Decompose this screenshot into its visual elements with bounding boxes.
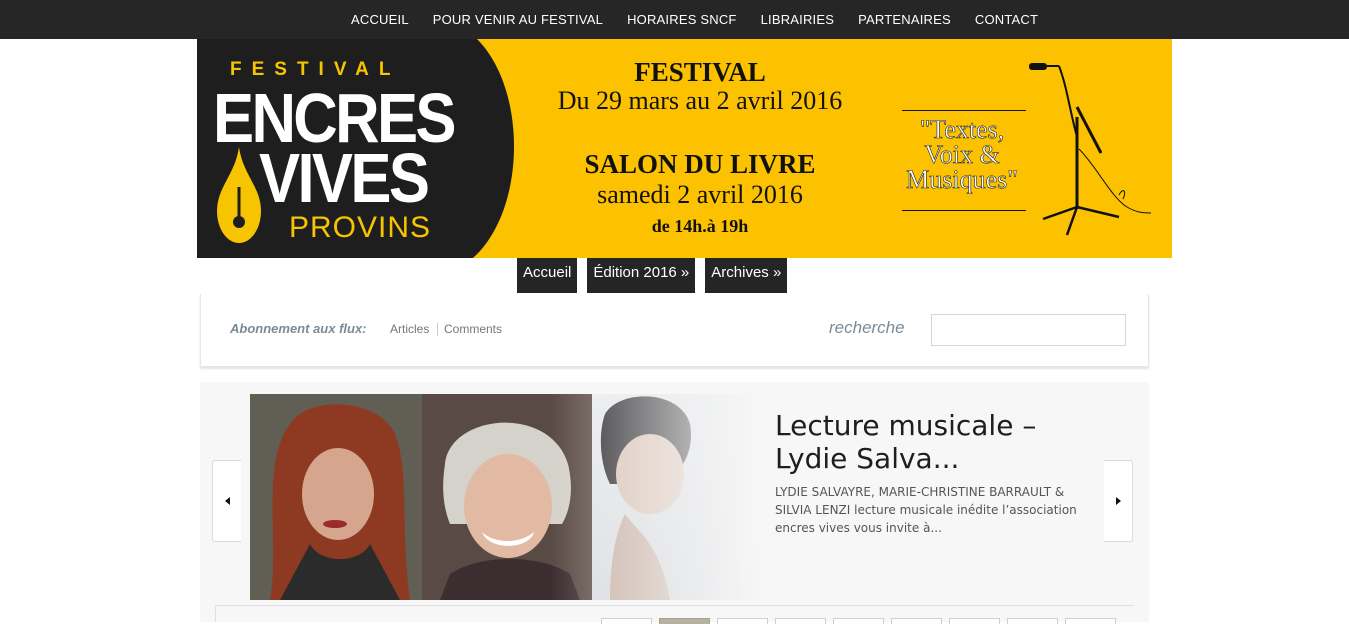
slider-thumbnail[interactable] bbox=[601, 618, 652, 624]
banner-tagline: "Textes, Voix & Musiques" bbox=[906, 115, 1018, 194]
subnav-edition-2016[interactable]: Édition 2016 » bbox=[587, 258, 696, 293]
feed-comments-link[interactable]: Comments bbox=[444, 322, 502, 336]
logo-vives-text: VIVES bbox=[259, 139, 430, 217]
slider-thumbnail[interactable] bbox=[891, 618, 942, 624]
logo-provins-text: PROVINS bbox=[289, 211, 432, 244]
slider-thumbnail[interactable] bbox=[1065, 618, 1116, 624]
slider-prev-button[interactable] bbox=[212, 460, 241, 542]
banner-salon-date: samedi 2 avril 2016 bbox=[597, 180, 803, 209]
slider-thumbnail[interactable] bbox=[833, 618, 884, 624]
top-nav-horaires-sncf[interactable]: HORAIRES SNCF bbox=[627, 12, 737, 27]
featured-photo-collage bbox=[250, 394, 762, 600]
top-navigation-bar: ACCUEIL POUR VENIR AU FESTIVAL HORAIRES … bbox=[0, 0, 1349, 39]
top-nav-menu: ACCUEIL POUR VENIR AU FESTIVAL HORAIRES … bbox=[351, 0, 1038, 39]
chevron-right-icon bbox=[1115, 497, 1121, 505]
slider-thumbnail[interactable] bbox=[717, 618, 768, 624]
featured-slider: Lecture musicale – Lydie Salva... LYDIE … bbox=[200, 382, 1149, 622]
subnav-accueil[interactable]: Accueil bbox=[517, 258, 578, 293]
slider-bottom-divider bbox=[215, 605, 1134, 606]
content-left-border bbox=[215, 606, 216, 622]
top-nav-accueil[interactable]: ACCUEIL bbox=[351, 12, 409, 27]
slider-thumbnails bbox=[601, 618, 1123, 624]
banner-salon-hours: de 14h.à 19h bbox=[651, 216, 749, 236]
tagline-divider-bottom bbox=[902, 210, 1026, 211]
slider-thumbnail[interactable] bbox=[1007, 618, 1058, 624]
top-nav-pour-venir[interactable]: POUR VENIR AU FESTIVAL bbox=[433, 12, 603, 27]
sub-navigation: Accueil Édition 2016 » Archives » bbox=[517, 258, 797, 293]
feed-subscription-label: Abonnement aux flux: bbox=[230, 321, 367, 336]
ink-drop-icon bbox=[217, 147, 261, 243]
top-nav-partenaires[interactable]: PARTENAIRES bbox=[858, 12, 951, 27]
slider-thumbnail[interactable] bbox=[775, 618, 826, 624]
feed-separator bbox=[437, 323, 438, 336]
featured-title[interactable]: Lecture musicale – Lydie Salva... bbox=[775, 409, 1105, 475]
search-label: recherche bbox=[829, 318, 905, 337]
top-nav-librairies[interactable]: LIBRAIRIES bbox=[761, 12, 835, 27]
festival-banner[interactable]: FESTIVAL ENCRES VIVES PROVINS FESTIVAL D… bbox=[197, 39, 1172, 258]
tagline-divider-top bbox=[902, 110, 1026, 111]
slider-thumbnail[interactable] bbox=[949, 618, 1000, 624]
featured-excerpt: LYDIE SALVAYRE, MARIE-CHRISTINE BARRAULT… bbox=[775, 485, 1077, 535]
microphone-stand-icon bbox=[1029, 63, 1152, 236]
top-nav-contact[interactable]: CONTACT bbox=[975, 12, 1038, 27]
banner-festival-dates: Du 29 mars au 2 avril 2016 bbox=[557, 86, 843, 115]
banner-festival-title: FESTIVAL bbox=[634, 57, 766, 87]
chevron-left-icon bbox=[224, 497, 230, 505]
subnav-archives[interactable]: Archives » bbox=[705, 258, 788, 293]
slider-thumbnail[interactable] bbox=[659, 618, 710, 624]
logo-festival-text: FESTIVAL bbox=[230, 59, 401, 80]
feeds-search-bar: Abonnement aux flux: Articles Comments r… bbox=[200, 294, 1149, 367]
search-input[interactable] bbox=[931, 314, 1126, 346]
featured-slide-image[interactable] bbox=[250, 394, 762, 600]
slider-next-button[interactable] bbox=[1104, 460, 1133, 542]
banner-salon-title: SALON DU LIVRE bbox=[584, 149, 816, 179]
feed-articles-link[interactable]: Articles bbox=[390, 322, 429, 336]
